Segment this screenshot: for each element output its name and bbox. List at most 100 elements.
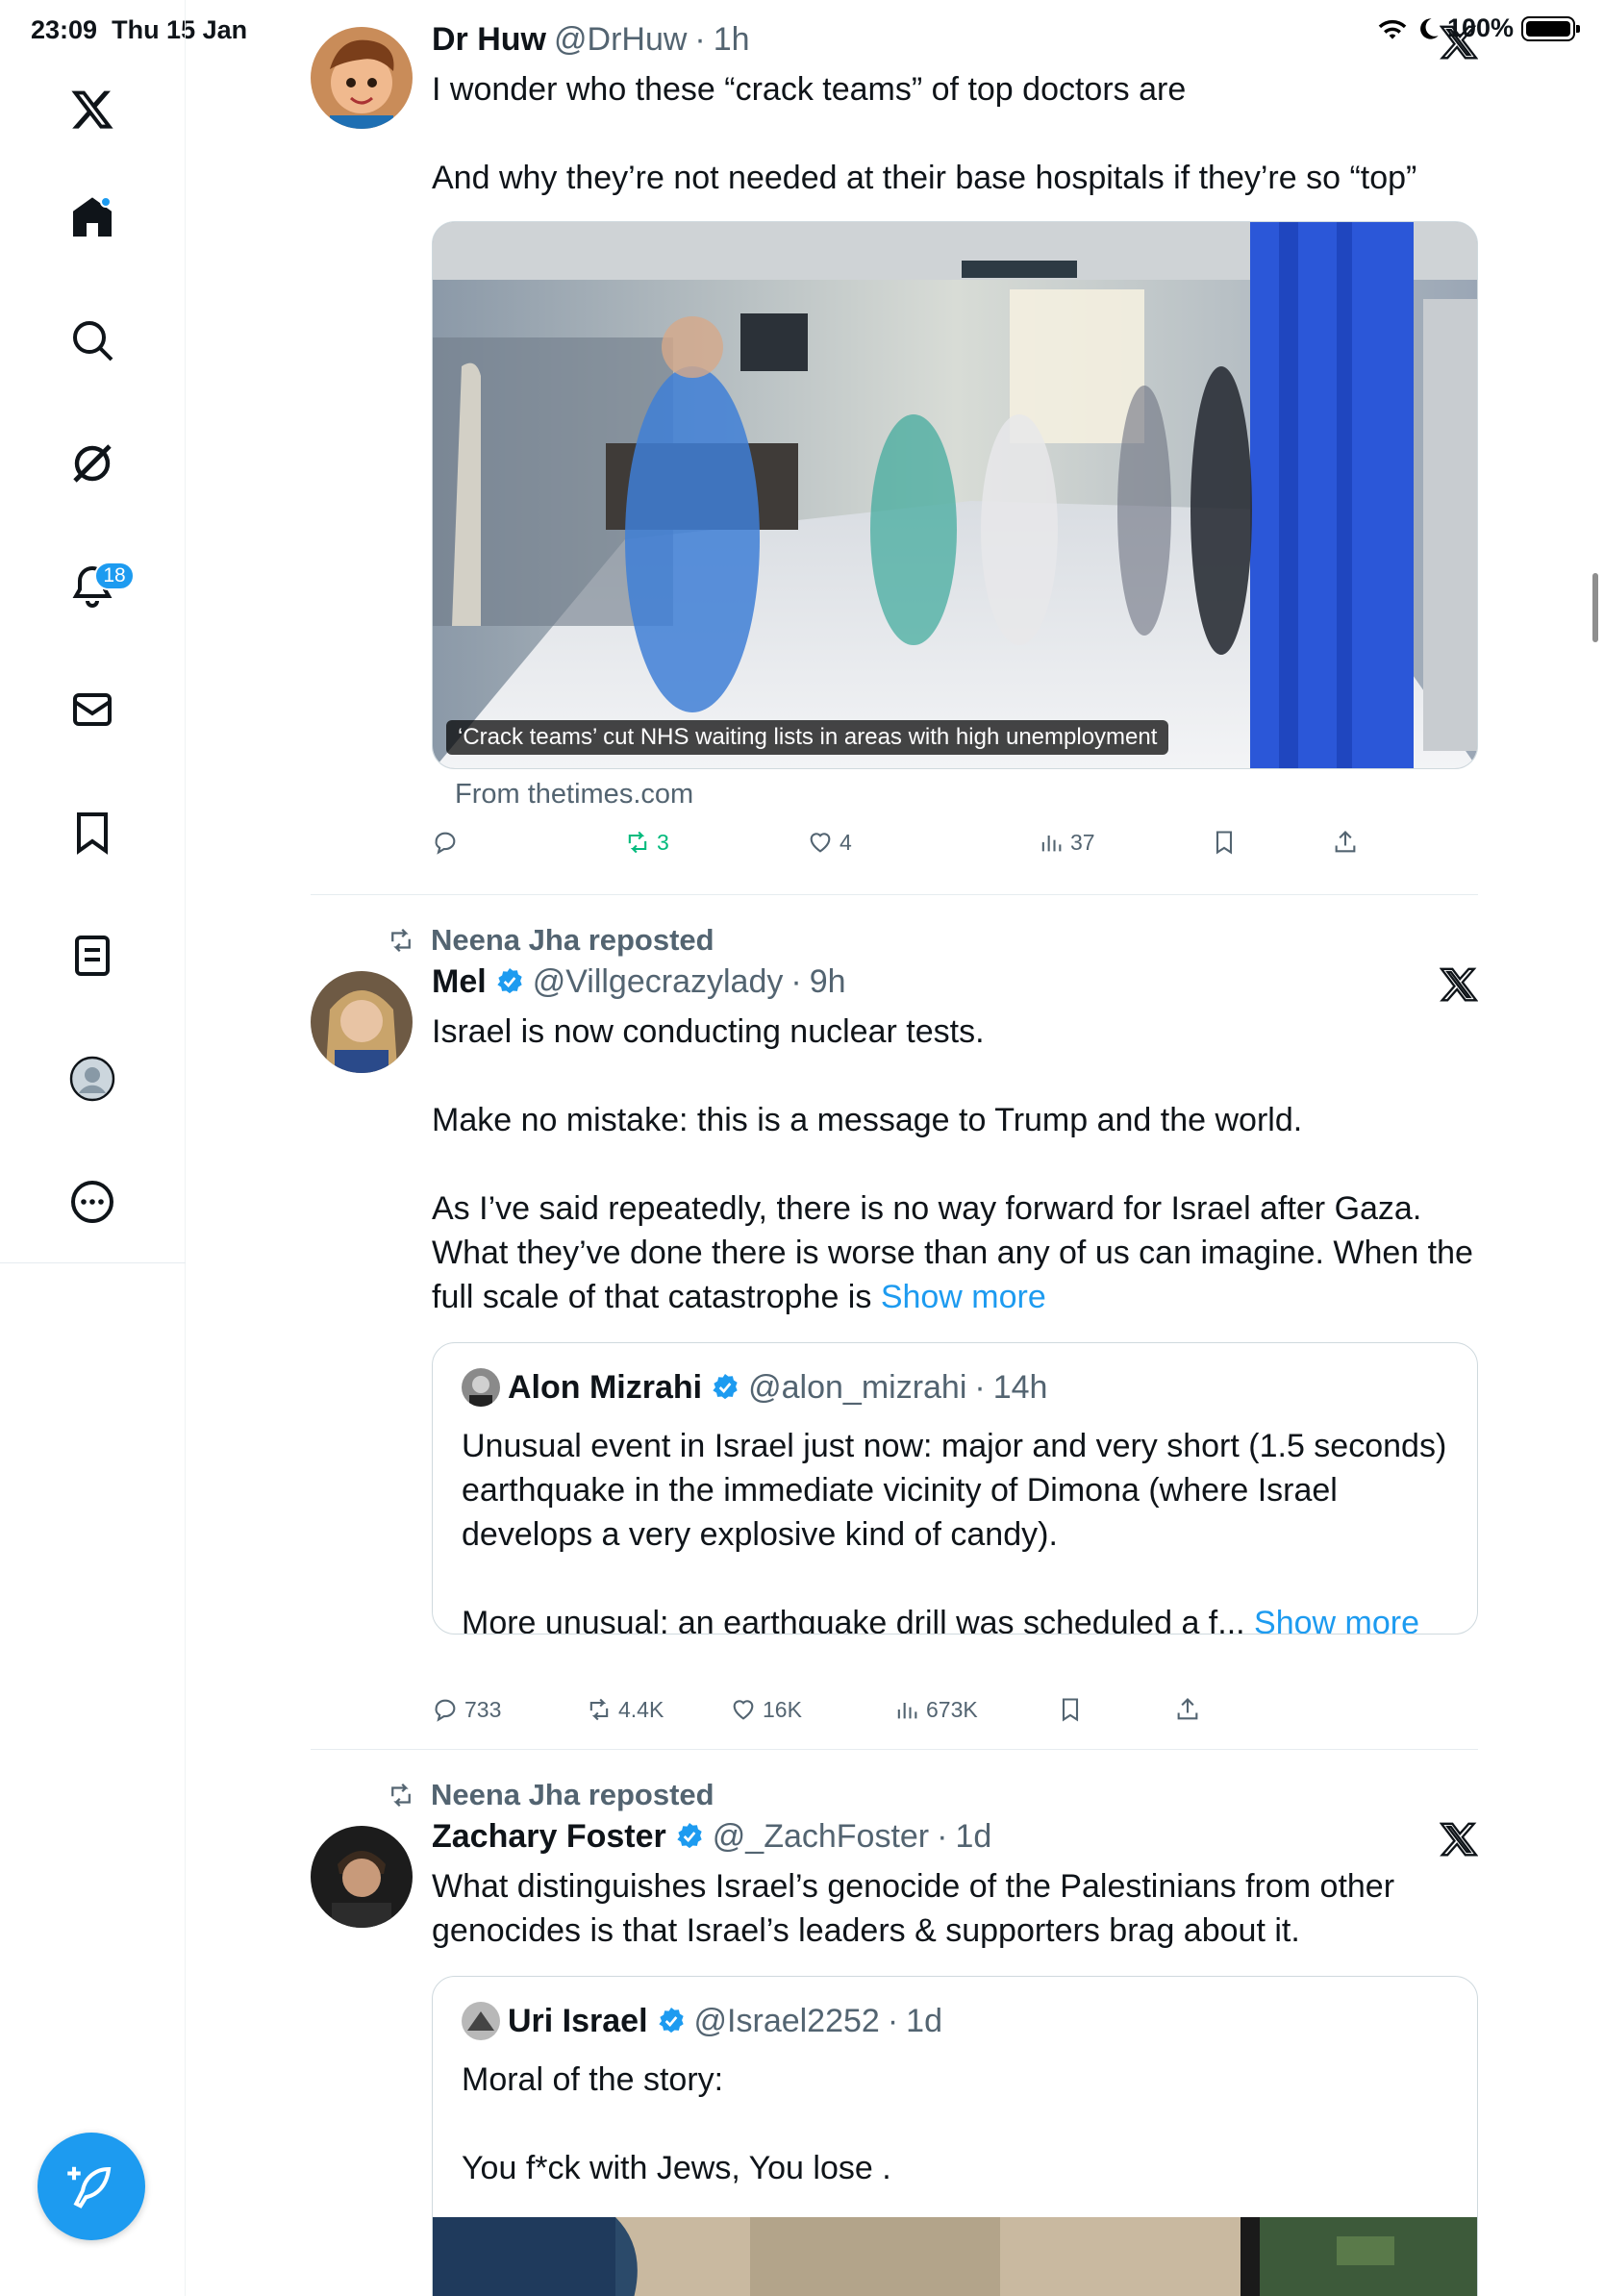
view-count: 37 (1070, 829, 1095, 855)
reply-icon (435, 832, 456, 855)
compose-feather-icon (67, 2166, 112, 2209)
quoted-author-name[interactable]: Alon Mizrahi (508, 1368, 702, 1407)
sidebar-item-notifications[interactable]: 18 (46, 540, 138, 633)
compose-button[interactable] (38, 2133, 145, 2240)
x-logo-icon (71, 90, 113, 129)
quoted-post[interactable]: Alon Mizrahi @alon_mizrahi · 14h Unusual… (432, 1342, 1478, 1635)
repost-icon (391, 928, 411, 953)
views-button[interactable]: 37 (1038, 829, 1095, 856)
reply-icon (435, 1699, 456, 1722)
satellite-image (433, 2217, 1477, 2296)
post-text: I wonder who these “crack teams” of top … (432, 71, 1417, 196)
like-button[interactable]: 16K (730, 1696, 802, 1723)
separator-dot: · (887, 2003, 899, 2039)
post-text: Israel is now conducting nuclear tests. … (432, 1013, 1473, 1315)
avatar[interactable] (311, 1826, 413, 1928)
scrollbar[interactable] (1592, 573, 1598, 642)
share-icon (1335, 831, 1356, 853)
quoted-post-header: Alon Mizrahi @alon_mizrahi · 14h (462, 1368, 1047, 1407)
link-source[interactable]: From thetimes.com (455, 779, 693, 811)
unread-dot (100, 196, 112, 208)
quoted-post-header: Uri Israel @Israel2252 · 1d (462, 2002, 942, 2040)
photo-avatar (311, 1826, 413, 1928)
separator-dot: · (974, 1369, 986, 1406)
avatar[interactable] (311, 971, 413, 1073)
quoted-post-image[interactable] (433, 2217, 1477, 2296)
like-count: 4 (840, 829, 852, 855)
quoted-post-time: 14h (992, 1369, 1048, 1406)
verified-badge-icon (497, 968, 522, 994)
search-icon (73, 321, 113, 362)
avatar[interactable] (311, 27, 413, 129)
sidebar-item-messages[interactable] (46, 663, 138, 756)
repost-indicator[interactable]: Neena Jha reposted (385, 1778, 714, 1812)
sidebar-item-more[interactable] (46, 1156, 138, 1248)
verified-badge-icon (677, 1823, 702, 1849)
quoted-post[interactable]: Uri Israel @Israel2252 · 1d Moral of the… (432, 1976, 1478, 2296)
post-time[interactable]: 9h (810, 961, 846, 1002)
post-header: Dr Huw @DrHuw · 1h (432, 19, 1478, 60)
x-logo[interactable] (46, 63, 138, 156)
heart-icon (733, 1700, 754, 1720)
share-button[interactable] (1174, 1696, 1201, 1723)
link-card-image[interactable]: ‘Crack teams’ cut NHS waiting lists in a… (432, 221, 1478, 769)
battery-icon (1521, 15, 1580, 41)
repost-count: 3 (657, 829, 669, 855)
bookmark-icon (1062, 1698, 1079, 1722)
author-handle[interactable]: @DrHuw (554, 19, 687, 60)
quoted-author-name[interactable]: Uri Israel (508, 2002, 648, 2040)
sidebar-item-lists[interactable] (46, 910, 138, 1002)
reply-button[interactable] (432, 829, 459, 856)
x-logo-icon[interactable] (1440, 23, 1478, 62)
cartoon-doctor-avatar (311, 27, 413, 129)
author-name[interactable]: Mel (432, 961, 487, 1002)
sidebar-item-profile[interactable] (46, 1033, 138, 1125)
repost-icon (628, 831, 647, 854)
repost-count: 4.4K (618, 1696, 664, 1722)
list-icon (75, 936, 110, 976)
repost-indicator[interactable]: Neena Jha reposted (385, 923, 714, 958)
notification-badge: 18 (94, 562, 135, 590)
author-name[interactable]: Dr Huw (432, 19, 546, 60)
x-logo-icon[interactable] (1440, 1820, 1478, 1859)
bookmark-icon (1216, 831, 1233, 855)
profile-avatar-icon (69, 1056, 115, 1102)
view-count: 673K (926, 1696, 978, 1722)
post-time[interactable]: 1d (955, 1816, 991, 1857)
post-divider (311, 894, 1478, 895)
hospital-ward-photo (433, 222, 1477, 768)
more-circle-icon (71, 1181, 113, 1223)
repost-button[interactable]: 4.4K (586, 1696, 664, 1723)
sidebar-divider (0, 1262, 186, 1263)
bookmark-button[interactable] (1057, 1696, 1084, 1723)
author-name[interactable]: Zachary Foster (432, 1816, 666, 1857)
heart-icon (810, 833, 831, 853)
like-button[interactable]: 4 (807, 829, 852, 856)
reply-button[interactable]: 733 (432, 1696, 501, 1723)
post-time[interactable]: 1h (714, 19, 750, 60)
share-icon (1177, 1698, 1198, 1720)
x-logo-icon[interactable] (1440, 965, 1478, 1004)
views-button[interactable]: 673K (893, 1696, 978, 1723)
show-more-link[interactable]: Show more (881, 1279, 1046, 1315)
repost-button[interactable]: 3 (624, 829, 669, 856)
sidebar-item-search[interactable] (46, 294, 138, 387)
share-button[interactable] (1332, 829, 1359, 856)
separator-dot: · (790, 963, 802, 1000)
sidebar-item-home[interactable] (46, 171, 138, 263)
verified-badge-icon (658, 2008, 684, 2034)
quoted-author-handle[interactable]: @alon_mizrahi (748, 1368, 966, 1407)
bookmark-button[interactable] (1211, 829, 1238, 856)
verified-badge-icon (713, 1374, 738, 1400)
reposted-by-label: Neena Jha reposted (431, 1778, 714, 1811)
sidebar-item-grok[interactable] (46, 417, 138, 510)
author-handle[interactable]: @_ZachFoster (713, 1816, 929, 1857)
show-more-link[interactable]: Show more (1254, 1605, 1419, 1634)
author-handle[interactable]: @Villgecrazylady (533, 961, 784, 1002)
quoted-author-handle[interactable]: @Israel2252 (694, 2002, 880, 2040)
sidebar-item-bookmarks[interactable] (46, 786, 138, 879)
sidebar: 18 (0, 0, 186, 2296)
post-header: Mel @Villgecrazylady · 9h (432, 961, 1478, 1002)
separator-dot: · (694, 21, 706, 58)
post-actions: 3 4 37 (432, 829, 1393, 867)
